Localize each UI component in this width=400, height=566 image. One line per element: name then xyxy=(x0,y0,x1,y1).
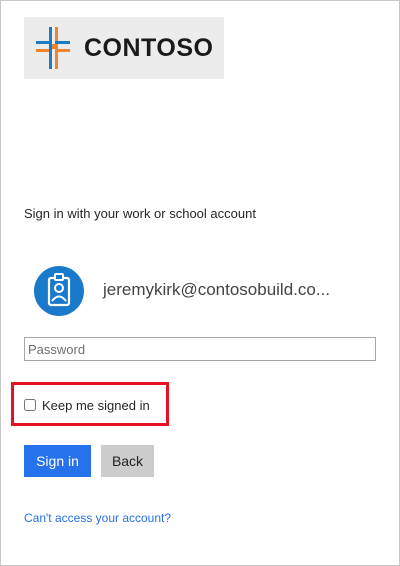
contoso-logo-mark-icon xyxy=(36,27,70,69)
company-logo: CONTOSO xyxy=(24,17,224,79)
sign-in-heading: Sign in with your work or school account xyxy=(24,206,256,221)
sign-in-button[interactable]: Sign in xyxy=(24,445,91,477)
logo-text: CONTOSO xyxy=(84,34,214,62)
password-input[interactable] xyxy=(24,337,376,361)
account-email: jeremykirk@contosobuild.co... xyxy=(103,280,331,299)
person-badge-icon xyxy=(34,266,84,316)
sign-in-window: CONTOSO Sign in with your work or school… xyxy=(0,0,400,566)
keep-signed-in-label: Keep me signed in xyxy=(42,397,150,413)
keep-signed-in-checkbox[interactable] xyxy=(24,399,36,411)
back-button[interactable]: Back xyxy=(101,445,154,477)
keep-signed-in-option[interactable]: Keep me signed in xyxy=(24,396,150,414)
cant-access-account-link[interactable]: Can't access your account? xyxy=(24,511,171,525)
